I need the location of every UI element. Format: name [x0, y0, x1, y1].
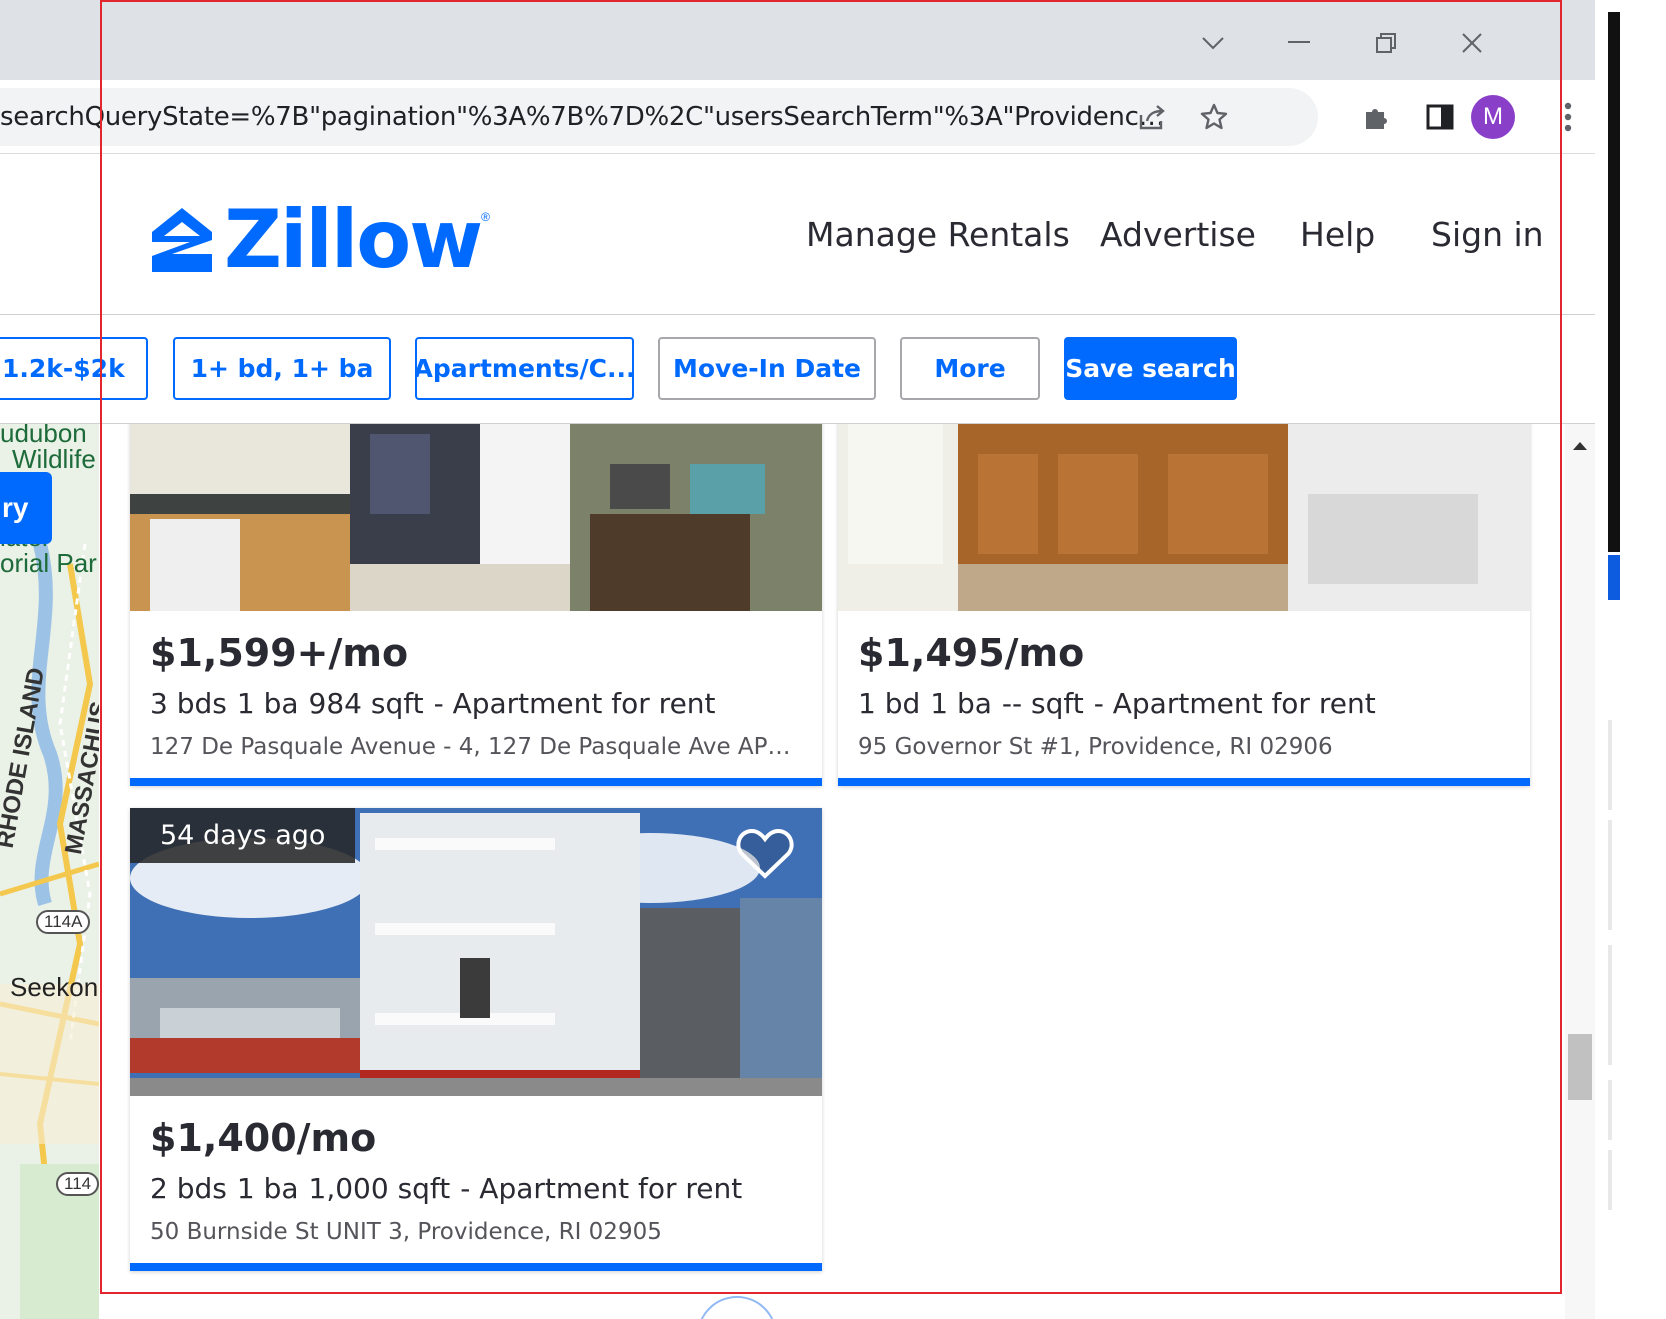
listing-photo[interactable]: 54 days ago	[130, 808, 822, 1096]
side-panel-icon[interactable]	[1418, 95, 1462, 139]
listing-price: $1,495/mo	[858, 631, 1085, 675]
listing-address[interactable]: 127 De Pasquale Avenue - 4, 127 De Pasqu…	[150, 734, 802, 760]
listing-price: $1,400/mo	[150, 1116, 377, 1160]
listing-sqft: 1,000 sqft	[308, 1172, 451, 1205]
edge-line	[1608, 945, 1612, 1065]
map-label-memorial-park: orial Par	[0, 548, 97, 578]
kitchen-photo-graphic	[130, 424, 822, 611]
browser-menu-icon[interactable]	[1546, 95, 1590, 139]
listings-scrollbar[interactable]	[1565, 424, 1595, 1319]
listings-pane: $1,599+/mo 3 bds 1 ba 984 sqft - Apartment …	[99, 424, 1595, 1319]
site-header: Zillow ® Manage Rentals Advertise Help S…	[0, 155, 1595, 315]
browser-toolbar: searchQueryState=%7B"pagination"%3A%7B%7…	[0, 80, 1595, 154]
map-label-seekonk: Seekon	[10, 972, 99, 1002]
zillow-house-icon	[152, 208, 212, 272]
price-filter[interactable]: 1.2k-$2k	[0, 337, 148, 400]
listing-facts: 2 bds 1 ba 1,000 sqft - Apartment for rent	[150, 1172, 802, 1205]
listing-price: $1,599+/mo	[150, 631, 409, 675]
listing-facts: 1 bd 1 ba -- sqft - Apartment for rent	[858, 687, 1510, 720]
listing-facts: 3 bds 1 ba 984 sqft - Apartment for rent	[150, 687, 802, 720]
save-search-button[interactable]: Save search	[1064, 337, 1237, 400]
listing-baths: 1 ba	[236, 687, 299, 720]
kitchen-photo-graphic	[838, 424, 1530, 611]
edge-line	[1608, 820, 1612, 930]
registered-mark-icon: ®	[481, 210, 490, 224]
logo-wordmark: Zillow	[224, 193, 483, 286]
listing-card[interactable]: 54 days ago $1,400/mo 2 bds 1 ba 1,000 sqf…	[130, 808, 822, 1271]
map-list-toggle-button[interactable]: ry	[0, 472, 52, 544]
listing-sqft: -- sqft	[1001, 687, 1084, 720]
more-filters-button[interactable]: More	[900, 337, 1040, 400]
listing-type: - Apartment for rent	[1093, 687, 1376, 720]
listing-sqft: 984 sqft	[308, 687, 424, 720]
home-type-filter[interactable]: Apartments/C...	[415, 337, 634, 400]
zillow-logo[interactable]: Zillow ®	[150, 200, 490, 280]
edge-line	[1608, 1080, 1612, 1140]
nav-sign-in[interactable]: Sign in	[1431, 215, 1544, 254]
listing-beds: 3 bds	[150, 687, 227, 720]
edge-dark-bar	[1608, 12, 1620, 552]
listing-baths: 1 ba	[236, 1172, 299, 1205]
edge-blue-bar	[1608, 555, 1620, 600]
listing-card[interactable]: $1,599+/mo 3 bds 1 ba 984 sqft - Apartment …	[130, 424, 822, 786]
scroll-up-arrow-icon[interactable]	[1565, 430, 1595, 460]
listing-address[interactable]: 50 Burnside St UNIT 3, Providence, RI 02…	[150, 1219, 802, 1245]
url-text[interactable]: searchQueryState=%7B"pagination"%3A%7B%7…	[0, 102, 1180, 132]
route-114-shield: 114	[56, 1172, 99, 1196]
listing-photo[interactable]	[130, 424, 822, 611]
tab-search-chevron-icon[interactable]	[1190, 20, 1236, 66]
profile-avatar[interactable]: M	[1471, 95, 1515, 139]
minimize-icon[interactable]	[1276, 20, 1322, 66]
close-icon[interactable]	[1449, 20, 1495, 66]
listing-age-badge: 54 days ago	[130, 808, 356, 863]
browser-titlebar	[0, 0, 1595, 80]
bookmark-star-icon[interactable]	[1192, 95, 1236, 139]
edge-line	[1608, 1150, 1612, 1210]
edge-line	[1608, 720, 1612, 810]
nav-advertise[interactable]: Advertise	[1100, 215, 1256, 254]
extensions-puzzle-icon[interactable]	[1355, 95, 1399, 139]
listing-card[interactable]: $1,495/mo 1 bd 1 ba -- sqft - Apartment for…	[838, 424, 1530, 786]
listing-address[interactable]: 95 Governor St #1, Providence, RI 02906	[858, 734, 1510, 760]
save-heart-icon[interactable]	[736, 828, 794, 885]
listing-beds: 2 bds	[150, 1172, 227, 1205]
address-bar[interactable]: searchQueryState=%7B"pagination"%3A%7B%7…	[0, 88, 1318, 146]
listing-baths: 1 ba	[930, 687, 992, 720]
listing-beds: 1 bd	[858, 687, 921, 720]
window-edge	[1595, 0, 1666, 1319]
map-panel[interactable]: udubon Wildlife later orial Par RHODE IS…	[0, 424, 99, 1319]
listing-type: - Apartment for rent	[460, 1172, 743, 1205]
beds-baths-filter[interactable]: 1+ bd, 1+ ba	[173, 337, 391, 400]
nav-help[interactable]: Help	[1300, 215, 1375, 254]
route-114a-shield: 114A	[36, 910, 91, 934]
listing-photo[interactable]	[838, 424, 1530, 611]
nav-manage-rentals[interactable]: Manage Rentals	[806, 215, 1070, 254]
move-in-date-filter[interactable]: Move-In Date	[658, 337, 876, 400]
map-label-wildlife: Wildlife	[12, 444, 96, 474]
scrollbar-thumb[interactable]	[1568, 1034, 1592, 1100]
share-icon[interactable]	[1130, 95, 1174, 139]
listing-type: - Apartment for rent	[433, 687, 716, 720]
restore-icon[interactable]	[1363, 20, 1409, 66]
